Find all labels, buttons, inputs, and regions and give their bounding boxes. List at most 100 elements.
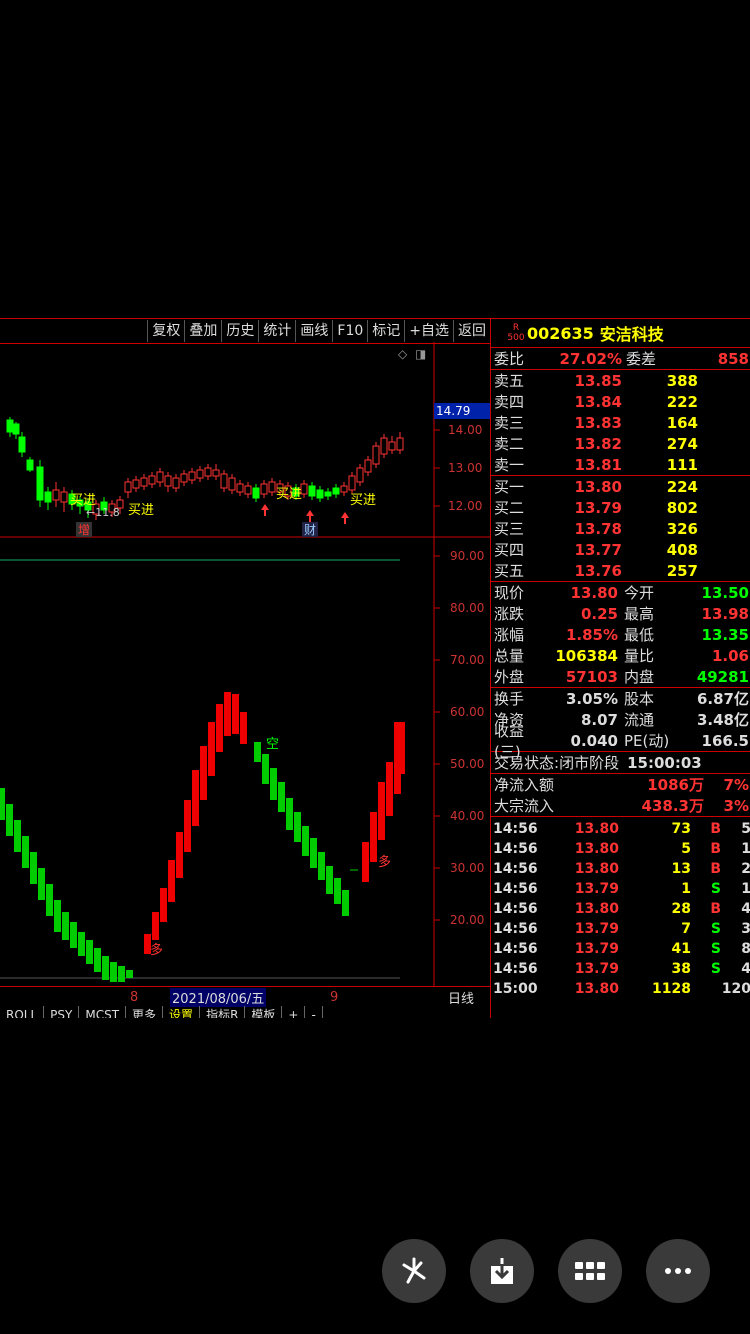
order-price: 13.76 [574, 561, 622, 580]
order-volume: 274 [666, 434, 698, 453]
indicator-bar-red [208, 722, 215, 776]
grid-button[interactable] [558, 1239, 622, 1303]
order-volume: 326 [666, 519, 698, 538]
candle-body [26, 459, 34, 471]
candle-body [332, 487, 340, 495]
stat-label-2: 最低 [624, 626, 655, 644]
tick-time: 14:56 [493, 841, 538, 857]
indicator-bar-green [342, 890, 349, 916]
toolbar-item[interactable]: 画线 [295, 320, 332, 342]
indicator-bar-red [224, 692, 231, 736]
toolbar-item[interactable]: 复权 [147, 320, 184, 342]
tick-count: 1 [741, 881, 750, 897]
stat-label-2: PE(动) [624, 732, 670, 750]
weibi-label: 委比 [494, 350, 525, 368]
tick-volume: 5 [681, 841, 691, 857]
candle-body [364, 459, 372, 473]
indicator-bar-green [334, 878, 341, 904]
indicator-bar-green [70, 922, 77, 948]
order-label: 买五 [494, 562, 525, 580]
tick-volume: 38 [671, 961, 691, 977]
toolbar-item[interactable]: F10 [332, 320, 367, 342]
tick-count: 1 [741, 841, 750, 857]
stat-row: 收益(三) 0.040 PE(动) 166.5 [491, 722, 750, 761]
flow-row: 净流入额 1086万 7% [491, 774, 750, 795]
pinwheel-button[interactable] [382, 1239, 446, 1303]
stat-value-2: 3.48亿 [696, 711, 749, 729]
buy-signal-label: 买进 [128, 503, 154, 518]
indicator-bar-green [294, 812, 301, 842]
stat-row: 现价 13.80 今开 13.50 [491, 582, 750, 603]
indicator-bar-red [232, 694, 239, 734]
tick-row: 14:56 13.79 41 S 8 [491, 939, 750, 959]
indicator-tab[interactable]: 指标R [200, 1006, 246, 1018]
candle-body [12, 423, 20, 435]
flow-value: 438.3万 [641, 797, 704, 815]
zeng-badge: 增 [78, 523, 90, 537]
indicator-bar-red [398, 722, 405, 774]
indicator-tab[interactable]: PSY [44, 1006, 80, 1018]
toolbar-item[interactable]: +自选 [404, 320, 453, 342]
more-button[interactable] [646, 1239, 710, 1303]
toolbar-item[interactable]: 统计 [258, 320, 295, 342]
tick-volume: 1 [681, 881, 691, 897]
stock-screen: 复权 叠加 历史 统计 画线 F10 标记 +自选 返回 ◇ ◨ 14.00 13.00 12.00 14… [0, 318, 750, 1018]
indicator-tab[interactable]: MCST [79, 1006, 127, 1018]
indicator-bar-green [278, 782, 285, 812]
tick-row: 14:56 13.79 38 S 4 [491, 959, 750, 979]
indicator-tab[interactable]: 更多 [126, 1006, 164, 1018]
date-tick-9: 9 [330, 989, 339, 1005]
up-arrow-icon [306, 510, 314, 522]
candle-body [244, 485, 252, 495]
indicator-tab[interactable]: - [305, 1006, 323, 1018]
sub-axis-label: 70.00 [450, 653, 484, 667]
tick-price: 13.80 [574, 861, 619, 877]
kline-chart[interactable]: ◇ ◨14.0013.0012.0014.79买进买进买进 买进←11.8增 财90.… [0, 342, 490, 987]
indicator-tab[interactable]: + [282, 1006, 306, 1018]
toolbar-item[interactable]: 返回 [453, 320, 490, 342]
download-icon [491, 1258, 513, 1284]
period-label[interactable]: 日线 [448, 988, 474, 1007]
short-signal-label: 空 [266, 737, 279, 752]
download-button[interactable] [470, 1239, 534, 1303]
indicator-bar-green [318, 852, 325, 880]
tick-price: 13.79 [574, 941, 619, 957]
toolbar-item[interactable]: 历史 [221, 320, 258, 342]
stat-value: 8.07 [580, 710, 618, 729]
stat-label-2: 股本 [624, 690, 655, 708]
tick-price: 13.80 [574, 841, 619, 857]
tick-time: 14:56 [493, 921, 538, 937]
indicator-bar-green [22, 836, 29, 868]
indicator-bar-green [94, 948, 101, 972]
indicator-bar-red [240, 712, 247, 744]
stat-label: 换手 [494, 690, 525, 708]
stat-row: 外盘 57103 内盘 49281 [491, 666, 750, 687]
tick-side: B [710, 821, 721, 837]
weibi-row: 委比 27.02% 委差 858 [491, 348, 750, 370]
buy-book: 买一 13.80 224 买二 13.79 802 买三 13.78 326 买四 13.77 408… [491, 475, 750, 581]
toolbar-item[interactable]: 标记 [367, 320, 404, 342]
indicator-bar-green [118, 966, 125, 982]
stat-value: 57103 [565, 667, 618, 686]
more-icon [665, 1268, 691, 1274]
indicator-bar-red [200, 746, 207, 800]
toolbar-item[interactable]: 叠加 [184, 320, 221, 342]
stat-row: 涨幅 1.85% 最低 13.35 [491, 624, 750, 645]
indicator-tab[interactable]: 模板 [245, 1006, 283, 1018]
tick-side: B [710, 901, 721, 917]
stat-label: 总量 [494, 647, 525, 665]
stat-value: 13.80 [570, 583, 618, 602]
indicator-bar-green [86, 940, 93, 964]
indicator-bar-green [262, 754, 269, 784]
tick-volume: 73 [671, 821, 691, 837]
current-price-label: 14.79 [436, 404, 470, 418]
indicator-bar-red [176, 832, 183, 878]
candle-body [268, 481, 276, 493]
indicator-tab[interactable]: 设置 [163, 1006, 201, 1018]
stat-value-2: 13.50 [701, 583, 749, 602]
stat-label-2: 最高 [624, 605, 655, 623]
order-volume: 224 [666, 477, 698, 496]
order-label: 卖四 [494, 393, 525, 411]
indicator-tab[interactable]: ROLL [0, 1006, 45, 1018]
stat-label: 涨幅 [494, 626, 525, 644]
